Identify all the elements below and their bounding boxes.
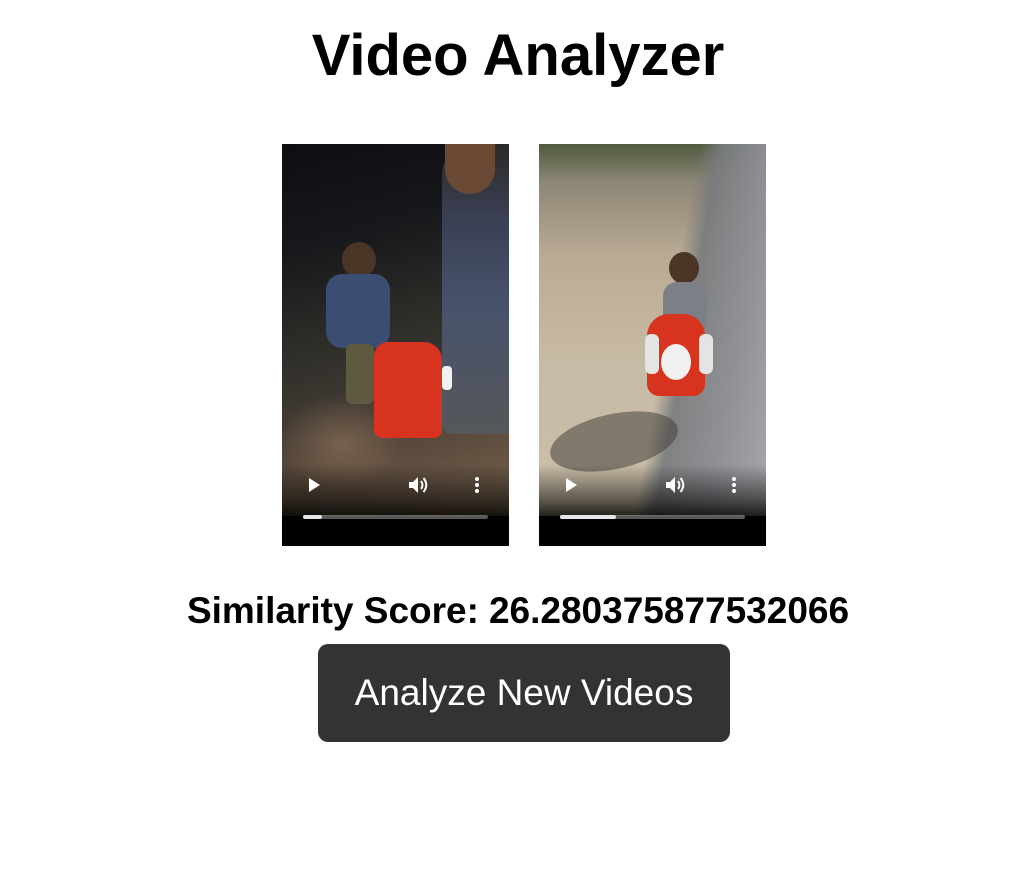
video-1-child-legs <box>346 344 374 404</box>
similarity-score-label: Similarity Score: <box>186 590 479 631</box>
similarity-score: Similarity Score: 26.280375877532066 <box>0 588 1036 634</box>
play-icon[interactable] <box>566 478 577 492</box>
play-icon[interactable] <box>309 478 320 492</box>
video-2-child-leg-left <box>645 334 659 374</box>
video-2-child-head <box>669 252 699 284</box>
video-1-child-jacket <box>326 274 390 348</box>
page-title: Video Analyzer <box>311 23 725 88</box>
more-vertical-icon[interactable] <box>473 476 481 494</box>
video-1-frame <box>282 144 509 516</box>
volume-icon[interactable] <box>408 475 430 495</box>
video-1-progress-fill <box>303 515 322 519</box>
more-vertical-icon[interactable] <box>730 476 738 494</box>
video-analyzer-page: Video Analyzer Similarity Score: 26.2803… <box>0 0 1036 872</box>
video-player-1[interactable] <box>282 144 509 546</box>
video-2-toy-front <box>661 344 691 380</box>
video-1-toy-handle <box>442 366 452 390</box>
video-2-child-leg-right <box>699 334 713 374</box>
similarity-score-value: 26.280375877532066 <box>488 590 850 631</box>
video-1-adult-head <box>445 144 495 194</box>
volume-icon[interactable] <box>665 475 687 495</box>
video-1-toy-car <box>374 342 442 438</box>
video-player-2[interactable] <box>539 144 766 546</box>
analyze-new-videos-button[interactable]: Analyze New Videos <box>318 644 730 742</box>
video-1-child-head <box>342 242 376 278</box>
video-1-progress-bar[interactable] <box>303 515 488 519</box>
video-2-progress-fill <box>560 515 616 519</box>
video-comparison-row <box>282 144 766 546</box>
video-2-frame <box>539 144 766 516</box>
video-2-progress-bar[interactable] <box>560 515 745 519</box>
